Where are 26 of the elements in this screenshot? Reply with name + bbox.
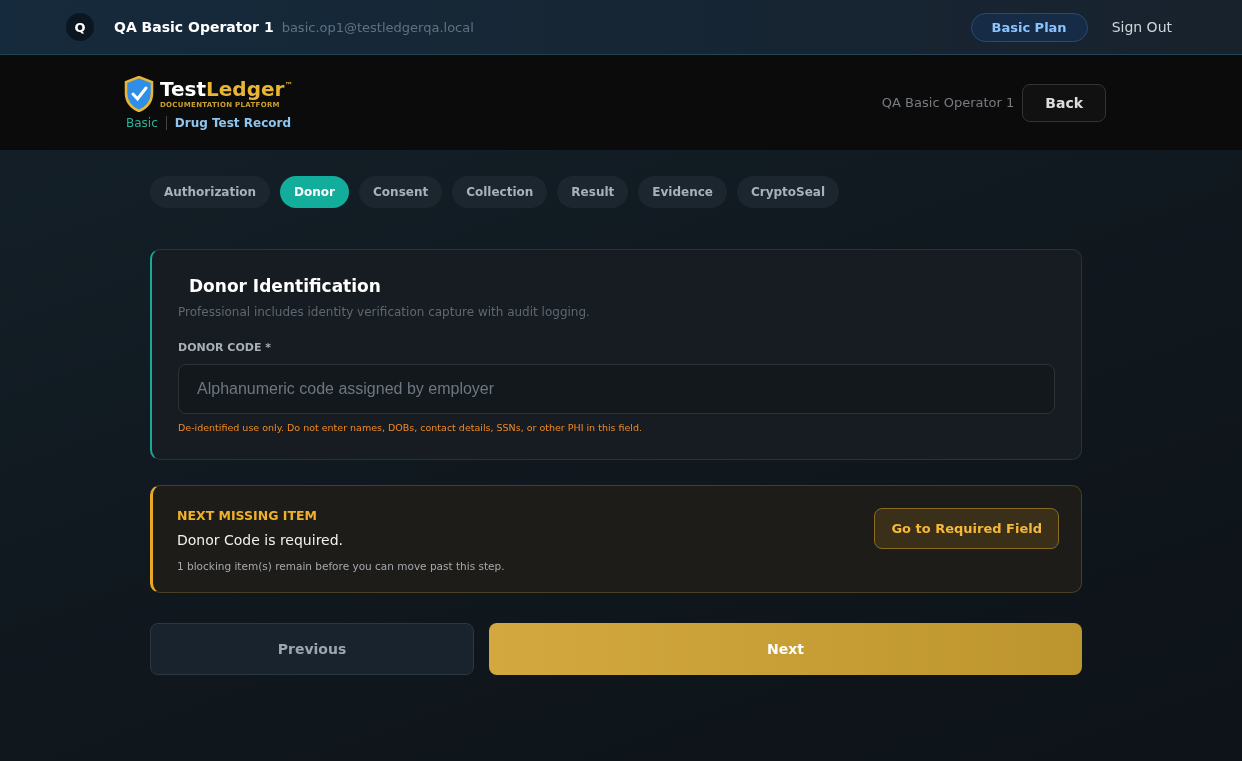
- step-tab[interactable]: Result: [557, 176, 629, 208]
- step-tab[interactable]: Consent: [359, 176, 443, 208]
- step-tab[interactable]: CryptoSeal: [736, 176, 840, 208]
- user-email: basic.op1@testledgerqa.local: [281, 19, 474, 35]
- alert-heading: NEXT MISSING ITEM: [177, 508, 318, 523]
- plan-badge[interactable]: Basic Plan: [970, 12, 1088, 42]
- sign-out-link[interactable]: Sign Out: [1111, 19, 1172, 35]
- go-to-field-button[interactable]: Go to Required Field: [874, 508, 1059, 549]
- breadcrumb-item[interactable]: Basic: [126, 115, 158, 130]
- donor-code-field[interactable]: Alphanumeric code assigned by employer: [178, 364, 1055, 414]
- step-tab[interactable]: Collection: [452, 176, 548, 208]
- user-name: QA Basic Operator 1: [114, 19, 274, 35]
- alert-note: 1 blocking item(s) remain before you can move past this step.: [177, 560, 506, 572]
- previous-button[interactable]: Previous: [150, 623, 474, 675]
- field-label: DONOR CODE *: [178, 341, 272, 354]
- shield-check-icon: [124, 75, 154, 112]
- section-title: Donor Identification: [189, 276, 382, 296]
- section-subtitle: Professional includes identity verification capture with audit logging.: [178, 305, 591, 319]
- alert-message: Donor Code is required.: [177, 532, 345, 548]
- breadcrumb-item[interactable]: Drug Test Record: [165, 115, 291, 130]
- avatar: Q: [66, 13, 94, 41]
- back-button[interactable]: Back: [1022, 83, 1106, 122]
- step-tab[interactable]: Authorization: [150, 176, 271, 208]
- step-tab[interactable]: Evidence: [638, 176, 727, 208]
- field-warning: De-identified use only. Do not enter names, DOBs, contact details, SSNs, or other PHI in this field.: [178, 422, 644, 433]
- operator-name: QA Basic Operator 1: [881, 95, 1015, 110]
